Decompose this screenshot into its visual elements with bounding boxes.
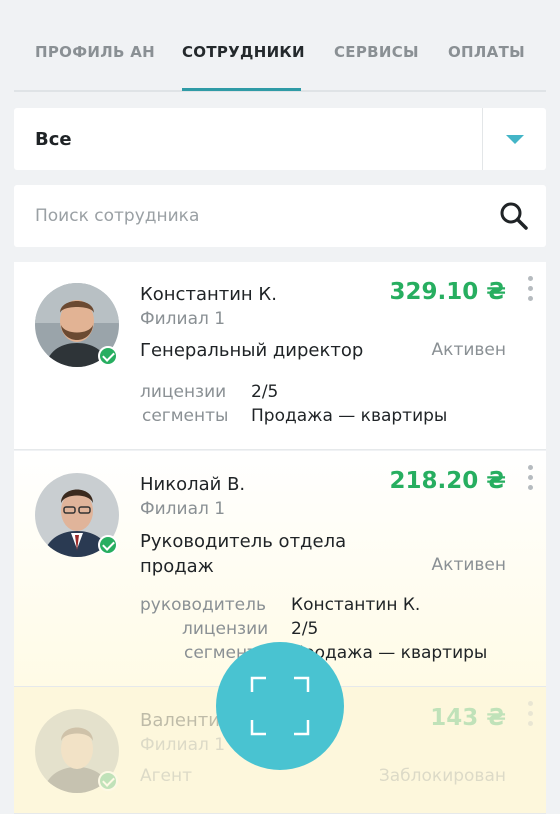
- field-label: лицензии: [140, 382, 227, 402]
- employee-role: Агент: [140, 766, 193, 786]
- tab-payments[interactable]: ОПЛАТЫ: [448, 43, 525, 61]
- tab-bar: ПРОФИЛЬ АН СОТРУДНИКИ СЕРВИСЫ ОПЛАТЫ: [14, 0, 546, 92]
- filter-select-value: Все: [35, 129, 72, 150]
- field-value: Константин К.: [291, 595, 421, 615]
- employee-branch: Филиал 1: [140, 499, 226, 519]
- employee-name: Константин К.: [140, 284, 277, 305]
- select-divider: [482, 108, 483, 170]
- kebab-menu-icon[interactable]: [526, 701, 534, 731]
- employee-name: Николай В.: [140, 474, 246, 495]
- check-badge-icon: [98, 771, 118, 791]
- field-value: 2/5: [251, 382, 279, 402]
- kebab-menu-icon[interactable]: [526, 465, 534, 495]
- employee-card[interactable]: Константин К. Филиал 1 329.10 ₴ Генераль…: [14, 262, 546, 450]
- search-box: [14, 185, 546, 247]
- fullscreen-button[interactable]: [216, 642, 344, 770]
- employee-role: Генеральный директор: [140, 340, 364, 361]
- employee-amount: 218.20 ₴: [389, 468, 506, 494]
- employee-status: Активен: [431, 555, 506, 575]
- employee-role-line2: продаж: [140, 556, 214, 577]
- tab-services[interactable]: СЕРВИСЫ: [334, 43, 419, 61]
- employee-branch: Филиал 1: [140, 735, 226, 755]
- field-value: Продажа — квартиры: [251, 406, 448, 426]
- employee-amount: 143 ₴: [430, 705, 506, 731]
- check-badge-icon: [98, 346, 118, 366]
- fullscreen-icon: [250, 676, 310, 736]
- tab-employees[interactable]: СОТРУДНИКИ: [182, 43, 305, 61]
- chevron-down-icon[interactable]: [506, 135, 524, 144]
- employee-branch: Филиал 1: [140, 309, 226, 329]
- field-label: руководитель: [140, 595, 266, 615]
- field-label: лицензии: [182, 619, 269, 639]
- kebab-menu-icon[interactable]: [526, 276, 534, 306]
- employee-role-line1: Руководитель отдела: [140, 531, 347, 552]
- check-badge-icon: [98, 535, 118, 555]
- active-tab-indicator: [182, 88, 301, 91]
- search-input[interactable]: [35, 185, 475, 247]
- employee-status: Активен: [431, 340, 506, 360]
- field-label: сегменты: [142, 406, 229, 426]
- employee-amount: 329.10 ₴: [389, 279, 506, 305]
- employee-status: Заблокирован: [378, 766, 506, 786]
- tab-profile[interactable]: ПРОФИЛЬ АН: [35, 43, 155, 61]
- filter-select[interactable]: Все: [14, 108, 546, 170]
- search-icon[interactable]: [498, 200, 530, 232]
- field-value: 2/5: [291, 619, 319, 639]
